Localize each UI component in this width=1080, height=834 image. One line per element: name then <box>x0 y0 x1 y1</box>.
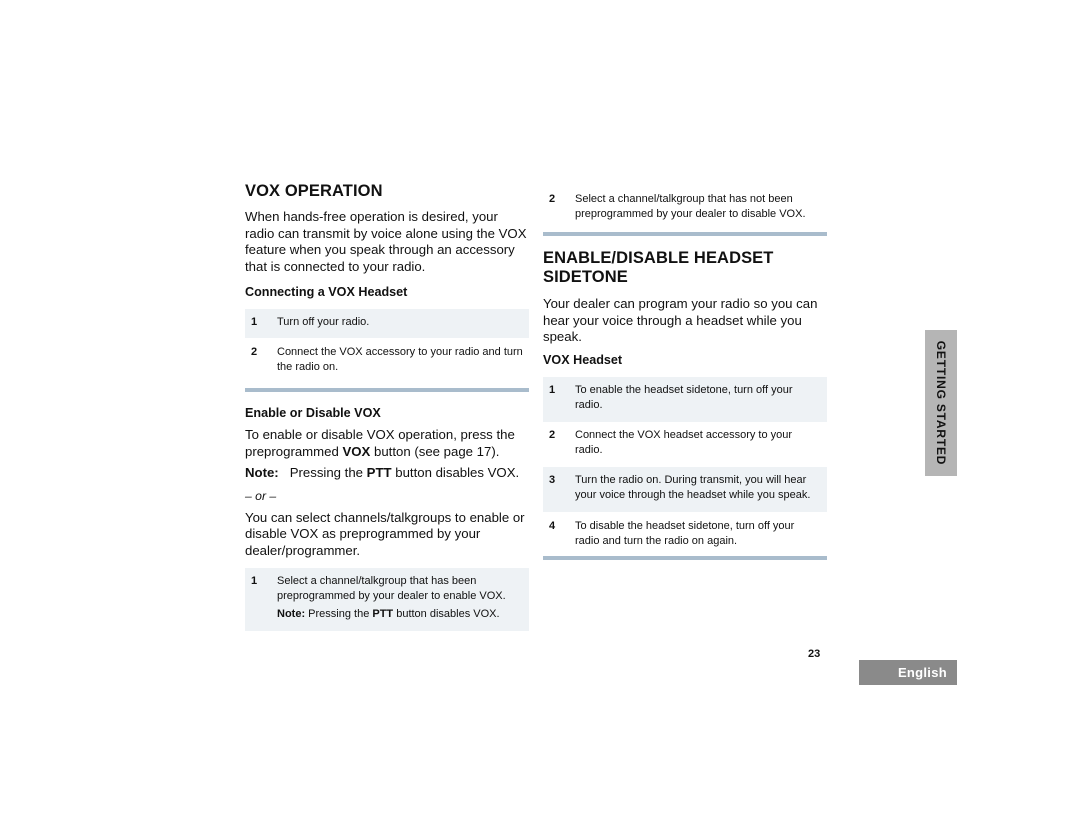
channel-select-paragraph: You can select channels/talkgroups to en… <box>245 509 525 558</box>
connecting-steps: 1 Turn off your radio. 2 Connect the VOX… <box>245 309 529 382</box>
enable-vox-paragraph: To enable or disable VOX operation, pres… <box>245 427 515 459</box>
language-tab: English <box>859 660 957 685</box>
step-text: Turn off your radio. <box>277 316 370 328</box>
step-number: 4 <box>549 519 556 532</box>
step-number: 1 <box>251 316 258 328</box>
connecting-headset-heading: Connecting a VOX Headset <box>245 285 408 299</box>
enable-disable-vox-heading: Enable or Disable VOX <box>245 406 381 420</box>
ptt-note: Note: Pressing the PTT button disables V… <box>245 465 520 480</box>
page-number: 23 <box>808 648 821 660</box>
step-text: To disable the headset sidetone, turn of… <box>575 519 795 547</box>
section-divider <box>543 555 827 560</box>
step-text: To enable the headset sidetone, turn off… <box>575 383 793 411</box>
section-divider <box>245 388 529 392</box>
step-number: 3 <box>549 473 556 486</box>
step-number: 2 <box>549 428 556 441</box>
step-number: 2 <box>251 346 258 358</box>
enable-steps: 1 Select a channel/talkgroup that has be… <box>245 568 529 631</box>
continued-steps: 2 Select a channel/talkgroup that has no… <box>543 190 827 229</box>
section-title-headset-sidetone: ENABLE/DISABLE HEADSET SIDETONE <box>543 249 774 286</box>
left-column: VOX OPERATION When hands-free operation … <box>245 182 529 631</box>
step-number: 1 <box>251 575 258 587</box>
chapter-tab-label: GETTING STARTED <box>934 340 948 466</box>
or-separator: – or – <box>245 488 277 503</box>
step-text: Connect the VOX accessory to your radio … <box>277 346 523 373</box>
vox-intro-paragraph: When hands-free operation is desired, yo… <box>245 209 527 274</box>
step-text: Connect the VOX headset accessory to you… <box>575 428 793 456</box>
step-item: 2 Connect the VOX headset accessory to y… <box>543 422 827 467</box>
step-number: 2 <box>549 193 556 205</box>
step-note: Note: Pressing the PTT button disables V… <box>277 608 500 620</box>
section-title-vox-operation: VOX OPERATION <box>245 182 383 200</box>
section-divider <box>543 232 827 236</box>
step-item: 1 Turn off your radio. <box>245 309 529 338</box>
step-text: Select a channel/talkgroup that has been… <box>277 575 506 602</box>
sidetone-steps: 1 To enable the headset sidetone, turn o… <box>543 376 827 556</box>
step-item: 4 To disable the headset sidetone, turn … <box>543 512 827 556</box>
step-item: 2 Select a channel/talkgroup that has no… <box>543 190 827 229</box>
right-column: 2 Select a channel/talkgroup that has no… <box>543 190 827 560</box>
step-item: 3 Turn the radio on. During transmit, yo… <box>543 466 827 512</box>
step-item: 1 To enable the headset sidetone, turn o… <box>543 376 827 422</box>
step-text: Turn the radio on. During transmit, you … <box>575 473 811 501</box>
step-text: Select a channel/talkgroup that has not … <box>575 193 806 220</box>
step-item: 2 Connect the VOX accessory to your radi… <box>245 338 529 382</box>
step-number: 1 <box>549 383 556 396</box>
chapter-tab-getting-started: GETTING STARTED <box>925 330 957 476</box>
step-item: 1 Select a channel/talkgroup that has be… <box>245 568 529 631</box>
vox-headset-heading: VOX Headset <box>543 352 623 367</box>
sidetone-intro-paragraph: Your dealer can program your radio so yo… <box>543 296 818 344</box>
